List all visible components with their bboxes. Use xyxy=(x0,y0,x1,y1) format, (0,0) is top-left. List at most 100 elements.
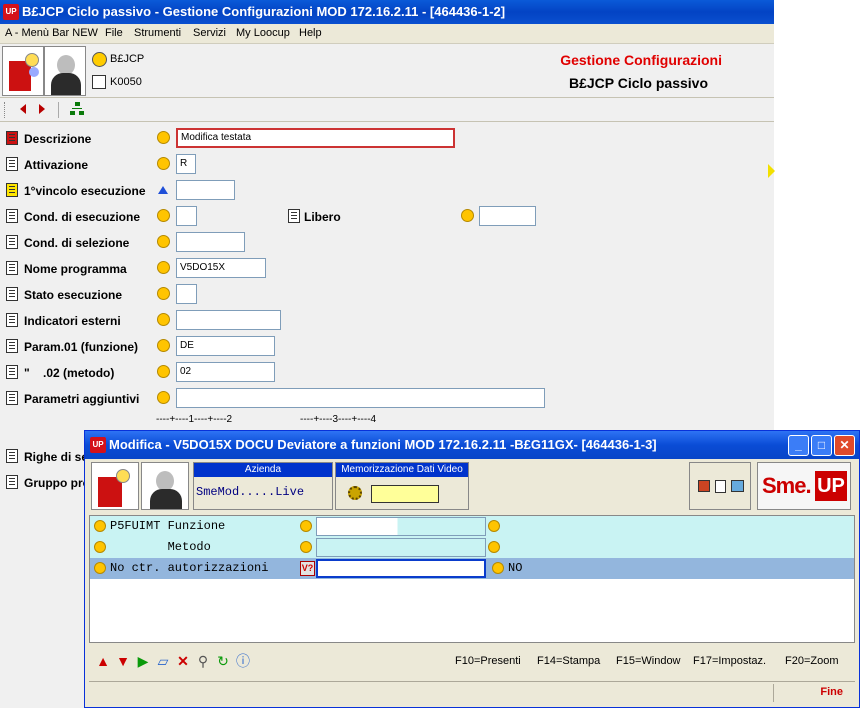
help-icon[interactable] xyxy=(157,131,170,144)
fkey-f14[interactable]: F14=Stampa xyxy=(537,655,600,667)
help-icon[interactable] xyxy=(157,157,170,170)
menu-bar: A - Menù Bar NEW File Strumenti Servizi … xyxy=(0,24,774,44)
param-funzione-input[interactable]: DE xyxy=(176,336,275,356)
help-icon[interactable] xyxy=(492,562,504,574)
menu-item-servizi[interactable]: Servizi xyxy=(193,27,226,39)
field-doc-icon xyxy=(6,131,18,145)
smeup-logo: Sme. UP xyxy=(757,462,851,510)
libero-input[interactable] xyxy=(479,206,536,226)
fkey-f20[interactable]: F20=Zoom xyxy=(785,655,839,667)
field-doc-icon xyxy=(6,157,18,171)
page-title: Gestione Configurazioni xyxy=(560,52,722,68)
table-row[interactable]: P5FUIMT Funzione xyxy=(90,516,854,537)
cond-esecuzione-input[interactable] xyxy=(176,206,197,226)
label-param-funzione: Param.01 (funzione) xyxy=(24,340,139,354)
fkey-f10[interactable]: F10=Presenti xyxy=(455,655,521,667)
help-icon[interactable] xyxy=(488,541,500,553)
next-arrow-icon[interactable] xyxy=(39,104,45,114)
arrow-down-icon[interactable]: ▼ xyxy=(115,653,131,669)
help-icon[interactable] xyxy=(157,261,170,274)
menu-item-menu-bar-new[interactable]: A - Menù Bar NEW xyxy=(5,27,98,39)
label-righe-selezione: Righe di se xyxy=(24,450,89,464)
help-icon[interactable] xyxy=(157,287,170,300)
label-param-metodo: " .02 (metodo) xyxy=(24,366,115,380)
dialog-header: Azienda SmeMod.....Live Memorizzazione D… xyxy=(89,461,855,513)
search-icon[interactable]: ⚲ xyxy=(195,653,211,669)
help-icon[interactable] xyxy=(157,313,170,326)
refresh-icon[interactable]: ↻ xyxy=(215,653,231,669)
delete-icon[interactable]: ✕ xyxy=(175,653,191,669)
help-icon[interactable] xyxy=(461,209,474,222)
info-icon[interactable]: ⓘ xyxy=(235,653,251,669)
arrow-up-icon[interactable]: ▲ xyxy=(95,653,111,669)
eraser-icon[interactable]: ▱ xyxy=(155,653,171,669)
close-button[interactable]: ✕ xyxy=(834,435,855,456)
dialog-toolbar: ▲ ▼ ▶ ▱ ✕ ⚲ ↻ ⓘ F10=Presenti F14=Stampa … xyxy=(89,645,855,677)
param-metodo-input[interactable]: 02 xyxy=(176,362,275,382)
user-avatar xyxy=(44,46,86,96)
prev-arrow-icon[interactable] xyxy=(20,104,26,114)
dialog-titlebar[interactable]: UP Modifica - V5DO15X DOCU Deviatore a f… xyxy=(85,431,859,459)
funzione-input[interactable] xyxy=(316,517,486,536)
menu-item-strumenti[interactable]: Strumenti xyxy=(134,27,181,39)
play-icon[interactable]: ▶ xyxy=(135,653,151,669)
attivazione-input[interactable]: R xyxy=(176,154,196,174)
help-icon[interactable] xyxy=(157,235,170,248)
memorizzazione-field[interactable] xyxy=(371,485,439,503)
field-doc-icon xyxy=(288,209,300,223)
help-icon[interactable] xyxy=(157,339,170,352)
field-doc-icon xyxy=(6,339,18,353)
label-cond-esecuzione: Cond. di esecuzione xyxy=(24,210,141,224)
help-icon[interactable] xyxy=(157,391,170,404)
autorizzazioni-input[interactable] xyxy=(316,559,486,578)
field-doc-icon xyxy=(6,365,18,379)
memorizzazione-label: Memorizzazione Dati Video xyxy=(336,463,468,477)
menu-item-file[interactable]: File xyxy=(105,27,123,39)
help-icon[interactable] xyxy=(300,541,312,553)
monitor-icon[interactable] xyxy=(698,480,710,492)
book-icon[interactable] xyxy=(731,480,744,492)
toolbar xyxy=(0,98,774,122)
descrizione-input[interactable]: Modifica testata xyxy=(176,128,455,148)
stato-esecuzione-input[interactable] xyxy=(176,284,197,304)
help-icon[interactable] xyxy=(488,520,500,532)
value-help-icon[interactable]: V? xyxy=(300,561,315,576)
nome-programma-input[interactable]: V5DO15X xyxy=(176,258,266,278)
metodo-input[interactable] xyxy=(316,538,486,557)
indicatori-esterni-input[interactable] xyxy=(176,310,281,330)
menu-item-my-loocup[interactable]: My Loocup xyxy=(236,27,290,39)
row-label: Metodo xyxy=(110,540,211,554)
main-titlebar[interactable]: UP B£JCP Ciclo passivo - Gestione Config… xyxy=(0,0,774,24)
menu-item-help[interactable]: Help xyxy=(299,27,322,39)
status-separator xyxy=(773,684,774,702)
field-doc-icon xyxy=(6,475,18,489)
help-icon[interactable] xyxy=(300,520,312,532)
vincolo-esecuzione-input[interactable] xyxy=(176,180,235,200)
scroll-arrow-icon[interactable] xyxy=(768,164,775,178)
help-icon[interactable] xyxy=(157,365,170,378)
triangle-icon[interactable] xyxy=(158,186,168,194)
tree-icon[interactable] xyxy=(70,102,84,116)
table-row-selected[interactable]: No ctr. autorizzazioni V? NO xyxy=(90,558,854,579)
column-ruler-2: ----+----3----+----4 xyxy=(300,414,377,425)
dialog-title: Modifica - V5DO15X DOCU Deviatore a funz… xyxy=(109,437,657,452)
column-ruler-1: ----+----1----+----2 xyxy=(156,414,233,425)
app-icon: UP xyxy=(90,437,106,453)
app-icon: UP xyxy=(3,4,19,20)
maximize-button[interactable]: □ xyxy=(811,435,832,456)
document-icon[interactable] xyxy=(715,480,726,493)
gear-icon[interactable] xyxy=(348,486,362,500)
header-code-2: K0050 xyxy=(110,76,142,88)
label-attivazione: Attivazione xyxy=(24,158,89,172)
parametri-aggiuntivi-input[interactable] xyxy=(176,388,545,408)
smeup-logo-text: Sme. xyxy=(762,473,812,498)
label-cond-selezione: Cond. di selezione xyxy=(24,236,130,250)
fkey-f17[interactable]: F17=Impostaz. xyxy=(693,655,766,667)
cond-selezione-input[interactable] xyxy=(176,232,245,252)
table-row[interactable]: Metodo xyxy=(90,537,854,558)
fkey-f15[interactable]: F15=Window xyxy=(616,655,681,667)
memorizzazione-box: Memorizzazione Dati Video xyxy=(335,462,469,510)
label-indicatori-esterni: Indicatori esterni xyxy=(24,314,121,328)
help-icon[interactable] xyxy=(157,209,170,222)
minimize-button[interactable]: _ xyxy=(788,435,809,456)
